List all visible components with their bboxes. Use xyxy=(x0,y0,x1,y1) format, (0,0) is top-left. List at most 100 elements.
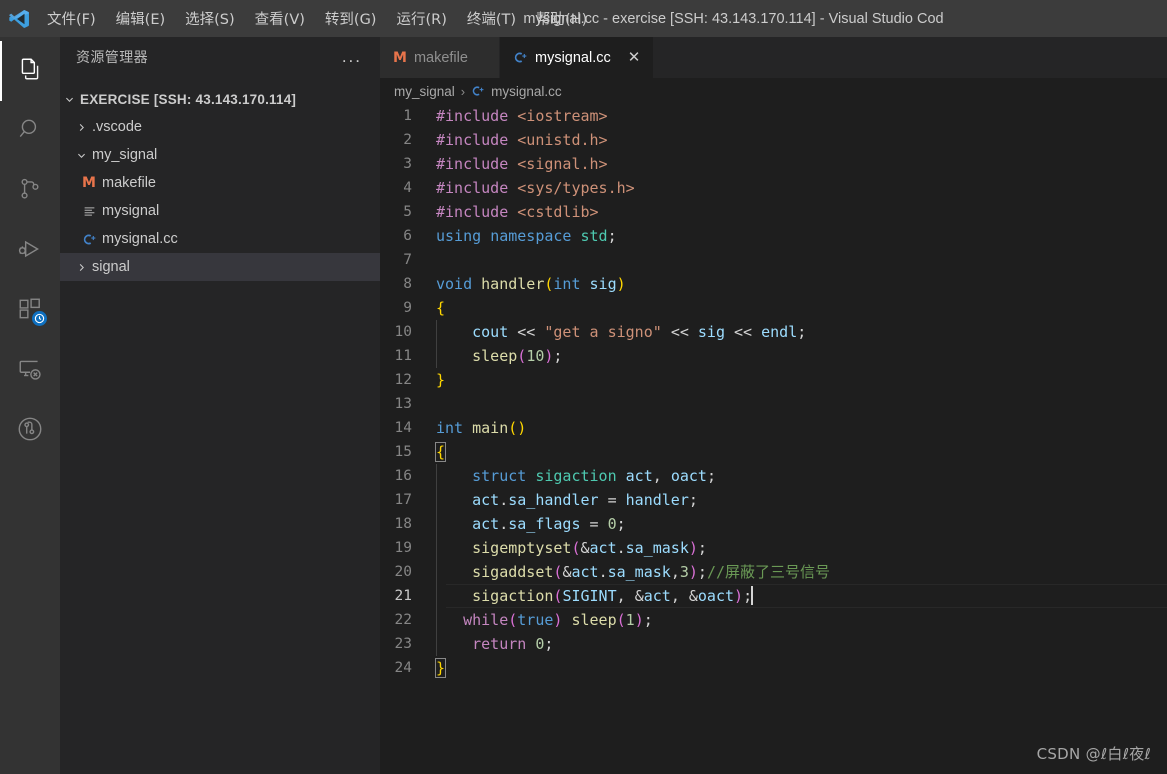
tree-item-label: mysignal xyxy=(100,203,159,219)
sidebar-explorer: 资源管理器 ... EXERCISE [SSH: 43.143.170.114] xyxy=(60,37,380,774)
line-text: #include <cstdlib> xyxy=(436,200,599,224)
line-text: #include <iostream> xyxy=(436,104,608,128)
line-number: 1 xyxy=(380,104,436,128)
menu-go[interactable]: 转到(G) xyxy=(316,4,386,33)
cpp-file-icon xyxy=(471,84,485,98)
code-line: 7 xyxy=(380,248,1167,272)
cpp-file-icon xyxy=(78,232,100,247)
line-number: 18 xyxy=(380,512,436,536)
line-text: { xyxy=(436,296,445,320)
tree-item-label: my_signal xyxy=(90,147,157,163)
line-text: #include <unistd.h> xyxy=(436,128,608,152)
line-number: 12 xyxy=(380,368,436,392)
code-line: 3 #include <signal.h> xyxy=(380,152,1167,176)
line-text: } xyxy=(436,656,445,680)
menu-selection[interactable]: 选择(S) xyxy=(176,4,244,33)
code-editor[interactable]: 1 #include <iostream> 2 #include <unistd… xyxy=(380,104,1167,774)
workbench-body: 资源管理器 ... EXERCISE [SSH: 43.143.170.114] xyxy=(0,37,1167,774)
tab-label: mysignal.cc xyxy=(535,50,611,66)
close-icon[interactable]: ✕ xyxy=(628,50,641,65)
breadcrumb-item-file[interactable]: mysignal.cc xyxy=(491,84,562,99)
activity-item-explorer[interactable] xyxy=(0,41,60,101)
menu-file[interactable]: 文件(F) xyxy=(38,4,105,33)
makefile-icon: M xyxy=(393,50,407,66)
tree-item-my-signal[interactable]: my_signal xyxy=(60,141,380,169)
line-number: 21 xyxy=(380,584,436,608)
tree-item-exercise-root[interactable]: EXERCISE [SSH: 43.143.170.114] xyxy=(60,85,380,113)
text-cursor xyxy=(751,586,753,605)
breadcrumb-item-folder[interactable]: my_signal xyxy=(394,84,455,99)
chevron-right-icon xyxy=(72,262,90,273)
code-line: 20 sigaddset(&act.sa_mask,3);//屏蔽了三号信号 xyxy=(380,560,1167,584)
file-tree: EXERCISE [SSH: 43.143.170.114] .vscode m… xyxy=(60,77,380,281)
sidebar-header: 资源管理器 ... xyxy=(60,37,380,77)
line-text: act.sa_handler = handler; xyxy=(436,488,698,512)
activity-item-search[interactable] xyxy=(0,101,60,161)
line-text: } xyxy=(436,368,445,392)
tree-item-mysignal-binary[interactable]: mysignal xyxy=(60,197,380,225)
menu-help[interactable]: 帮助(H) xyxy=(527,4,596,33)
line-number: 6 xyxy=(380,224,436,248)
code-line: 8 void handler(int sig) xyxy=(380,272,1167,296)
chevron-right-icon xyxy=(72,122,90,133)
line-text: sigaction(SIGINT, &act, &oact); xyxy=(436,584,753,608)
code-line: 5 #include <cstdlib> xyxy=(380,200,1167,224)
menu-view[interactable]: 查看(V) xyxy=(246,4,314,33)
activity-item-source-control[interactable] xyxy=(0,161,60,221)
line-text: using namespace std; xyxy=(436,224,617,248)
menu-terminal[interactable]: 终端(T) xyxy=(458,4,525,33)
tab-makefile[interactable]: M makefile xyxy=(380,37,500,78)
clock-badge xyxy=(31,310,48,327)
code-line: 18 act.sa_flags = 0; xyxy=(380,512,1167,536)
breadcrumb: my_signal › mysignal.cc xyxy=(380,78,1167,104)
code-line: 11 sleep(10); xyxy=(380,344,1167,368)
line-number: 5 xyxy=(380,200,436,224)
line-number: 7 xyxy=(380,248,436,272)
line-number: 24 xyxy=(380,656,436,680)
activity-item-remote-explorer[interactable] xyxy=(0,341,60,401)
editor-area: M makefile mysignal.cc ✕ my xyxy=(380,37,1167,774)
tree-item-vscode[interactable]: .vscode xyxy=(60,113,380,141)
tree-item-signal[interactable]: signal xyxy=(60,253,380,281)
more-actions-icon[interactable]: ... xyxy=(342,52,362,62)
tree-item-label: mysignal.cc xyxy=(100,231,178,247)
tab-mysignal-cc[interactable]: mysignal.cc ✕ xyxy=(500,37,654,78)
line-text: return 0; xyxy=(436,632,553,656)
line-text: #include <signal.h> xyxy=(436,152,608,176)
search-icon xyxy=(17,116,43,147)
tree-item-mysignal-cc[interactable]: mysignal.cc xyxy=(60,225,380,253)
line-number: 11 xyxy=(380,344,436,368)
menu-run[interactable]: 运行(R) xyxy=(387,4,455,33)
line-number: 20 xyxy=(380,560,436,584)
code-line: 6 using namespace std; xyxy=(380,224,1167,248)
activity-item-run-debug[interactable] xyxy=(0,221,60,281)
timeline-circle-icon xyxy=(16,415,44,448)
activity-item-extensions[interactable] xyxy=(0,281,60,341)
tree-item-label: .vscode xyxy=(90,119,142,135)
code-line: 19 sigemptyset(&act.sa_mask); xyxy=(380,536,1167,560)
line-number: 23 xyxy=(380,632,436,656)
line-text: sigemptyset(&act.sa_mask); xyxy=(436,536,707,560)
tree-item-makefile[interactable]: M makefile xyxy=(60,169,380,197)
sidebar-title: 资源管理器 xyxy=(76,47,148,67)
activity-item-timeline[interactable] xyxy=(0,401,60,461)
text-file-icon xyxy=(78,205,100,218)
run-and-debug-icon xyxy=(17,236,43,267)
line-number: 22 xyxy=(380,608,436,632)
code-line: 22 while(true) sleep(1); xyxy=(380,608,1167,632)
tree-item-label: EXERCISE [SSH: 43.143.170.114] xyxy=(78,92,296,107)
menu-edit[interactable]: 编辑(E) xyxy=(107,4,174,33)
line-text: struct sigaction act, oact; xyxy=(436,464,716,488)
line-text: { xyxy=(436,440,445,464)
makefile-icon: M xyxy=(78,175,100,191)
line-number: 16 xyxy=(380,464,436,488)
line-number: 13 xyxy=(380,392,436,416)
code-line: 14 int main() xyxy=(380,416,1167,440)
tab-label: makefile xyxy=(414,50,468,66)
line-text: act.sa_flags = 0; xyxy=(436,512,626,536)
code-line: 1 #include <iostream> xyxy=(380,104,1167,128)
line-number: 4 xyxy=(380,176,436,200)
chevron-right-icon: › xyxy=(461,84,465,99)
line-text: void handler(int sig) xyxy=(436,272,626,296)
line-text: int main() xyxy=(436,416,526,440)
